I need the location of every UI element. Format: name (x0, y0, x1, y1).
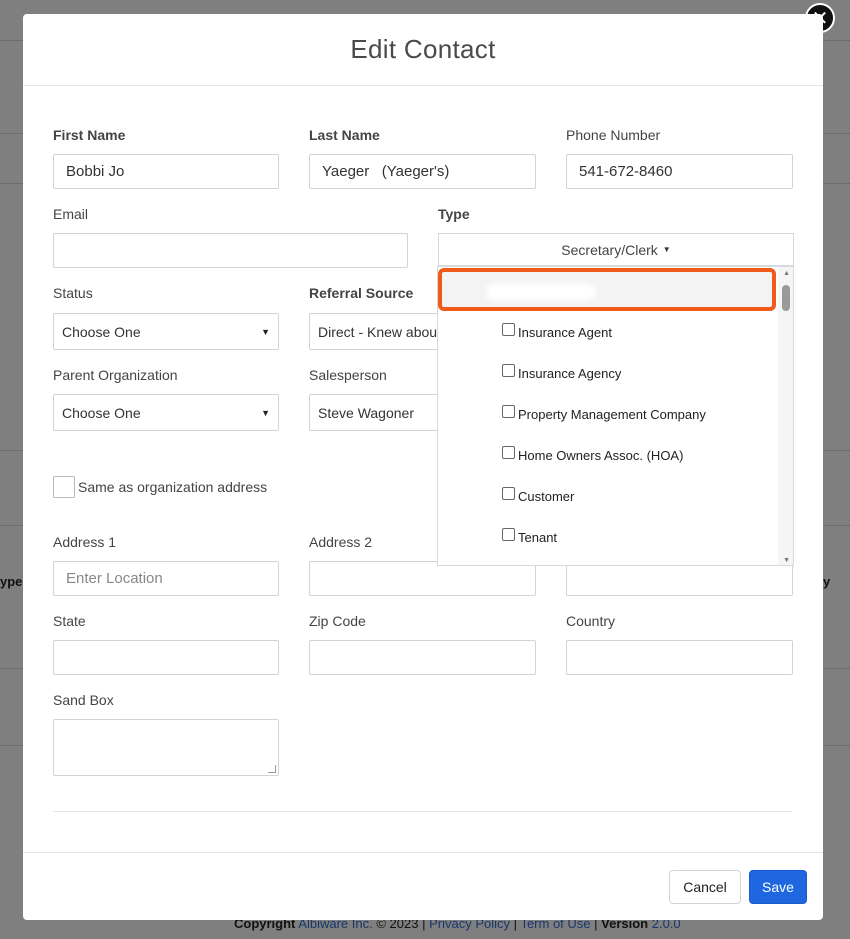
last-name-label: Last Name (309, 127, 380, 143)
address1-label: Address 1 (53, 534, 117, 550)
option-label: Home Owners Assoc. (HOA) (518, 447, 684, 463)
city-field[interactable] (566, 561, 793, 596)
dropdown-item[interactable]: Property Management Company (502, 404, 706, 423)
state-field[interactable] (53, 640, 279, 675)
option-checkbox[interactable] (502, 486, 515, 500)
referral-source-label: Referral Source (309, 285, 414, 301)
option-label: Insurance Agency (518, 365, 622, 381)
option-checkbox[interactable] (502, 404, 515, 418)
email-field[interactable] (53, 233, 408, 268)
email-label: Email (53, 206, 89, 222)
dropdown-item[interactable]: Insurance Agency (502, 363, 622, 382)
dropdown-item[interactable]: Home Owners Assoc. (HOA) (502, 445, 684, 464)
dropdown-item[interactable]: Insurance Agent (502, 322, 612, 341)
type-label: Type (438, 206, 470, 222)
save-button[interactable]: Save (749, 870, 807, 904)
dropdown-item[interactable]: Customer (502, 486, 575, 505)
country-label: Country (566, 613, 616, 629)
state-label: State (53, 613, 86, 629)
last-name-field[interactable]: Yaeger (Yaeger's) (309, 154, 536, 189)
phone-label: Phone Number (566, 127, 661, 143)
address1-field[interactable]: Enter Location (53, 561, 279, 596)
type-dropdown-menu: Insurance Agent Insurance Agency Propert… (437, 266, 794, 566)
first-name-field[interactable]: Bobbi Jo (53, 154, 279, 189)
option-label: Property Management Company (518, 406, 706, 422)
caret-down-icon: ▼ (261, 407, 270, 418)
parent-organization-label: Parent Organization (53, 367, 178, 383)
scroll-down-icon[interactable]: ▼ (783, 557, 790, 564)
dropdown-item[interactable]: Tenant (502, 527, 558, 546)
country-field[interactable] (566, 640, 793, 675)
cancel-button[interactable]: Cancel (669, 870, 741, 904)
scroll-up-icon[interactable]: ▲ (783, 270, 790, 277)
same-as-org-checkbox[interactable] (53, 476, 75, 498)
modal-header: Edit Contact (23, 14, 823, 86)
option-checkbox[interactable] (502, 527, 515, 541)
caret-down-icon: ▼ (261, 326, 270, 337)
edit-contact-modal: Edit Contact First Name Bobbi Jo Last Na… (23, 14, 823, 920)
annotation-highlight (438, 268, 776, 311)
resize-grip-icon[interactable] (268, 765, 276, 773)
option-checkbox[interactable] (502, 363, 515, 377)
type-dropdown-toggle[interactable]: Secretary/Clerk ▼ (438, 233, 794, 266)
zip-code-field[interactable] (309, 640, 536, 675)
option-checkbox[interactable] (502, 322, 515, 336)
modal-title: Edit Contact (350, 34, 496, 64)
parent-organization-select[interactable]: Choose One ▼ (53, 394, 279, 431)
same-as-org-label: Same as organization address (78, 479, 268, 495)
option-label: Customer (518, 488, 575, 504)
status-select[interactable]: Choose One ▼ (53, 313, 279, 350)
option-label: Insurance Agent (518, 324, 612, 340)
address2-label: Address 2 (309, 534, 373, 550)
phone-field[interactable]: 541-672-8460 (566, 154, 793, 189)
address2-field[interactable] (309, 561, 536, 596)
parent-organization-value: Choose One (62, 404, 141, 421)
salesperson-label: Salesperson (309, 367, 387, 383)
salesperson-value: Steve Wagoner (318, 404, 414, 421)
option-label: Tenant (518, 529, 558, 545)
form-divider (53, 811, 792, 812)
referral-source-value: Direct - Knew abou (318, 323, 438, 340)
status-label: Status (53, 285, 93, 301)
caret-down-icon: ▼ (662, 245, 671, 254)
status-value: Choose One (62, 323, 141, 340)
sandbox-textarea[interactable] (53, 719, 279, 776)
dropdown-scrollbar[interactable]: ▲ ▼ (778, 267, 793, 565)
option-checkbox[interactable] (502, 445, 515, 459)
sandbox-label: Sand Box (53, 692, 114, 708)
first-name-label: First Name (53, 127, 126, 143)
scroll-thumb[interactable] (782, 285, 790, 311)
type-selected-value: Secretary/Clerk (561, 241, 658, 258)
zip-code-label: Zip Code (309, 613, 366, 629)
